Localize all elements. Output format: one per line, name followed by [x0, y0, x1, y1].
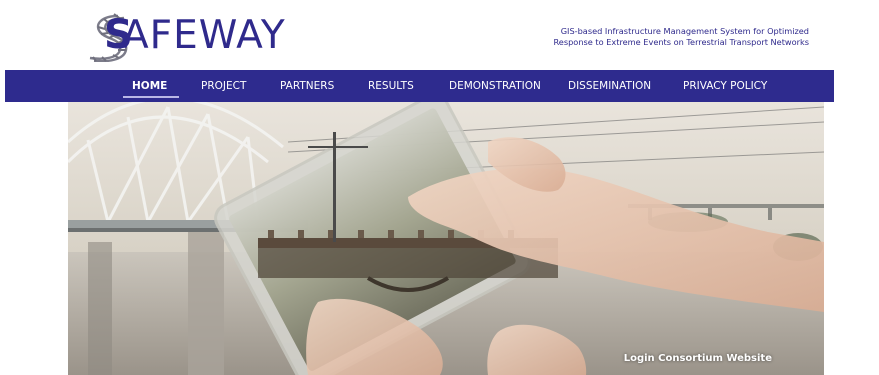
- nav-privacy-policy[interactable]: PRIVACY POLICY: [683, 70, 767, 102]
- nav-active-indicator: [123, 96, 179, 98]
- site-tagline: GIS-based Infrastructure Management Syst…: [529, 26, 809, 48]
- tagline-line-1: GIS-based Infrastructure Management Syst…: [560, 26, 809, 36]
- login-consortium-link[interactable]: Login Consortium Website: [624, 353, 772, 364]
- nav-demonstration[interactable]: DEMONSTRATION: [449, 70, 541, 102]
- logo-wordmark: AFEWAY: [122, 13, 286, 58]
- site-logo[interactable]: S AFEWAY: [84, 10, 285, 62]
- hero-banner: Login Consortium Website: [68, 102, 824, 375]
- nav-partners[interactable]: PARTNERS: [280, 70, 334, 102]
- tagline-line-2: Response to Extreme Events on Terrestria…: [553, 37, 809, 47]
- nav-project[interactable]: PROJECT: [201, 70, 246, 102]
- hero-image: [68, 102, 824, 375]
- nav-dissemination[interactable]: DISSEMINATION: [568, 70, 651, 102]
- main-navigation: HOME PROJECT PARTNERS RESULTS DEMONSTRAT…: [5, 70, 834, 102]
- nav-results[interactable]: RESULTS: [368, 70, 414, 102]
